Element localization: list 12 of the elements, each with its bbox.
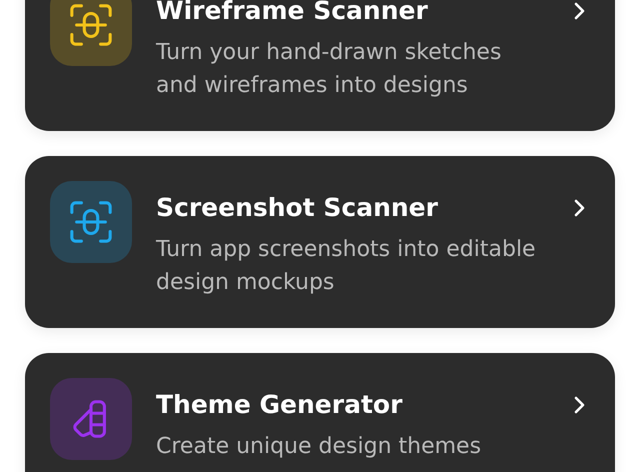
tool-description: Create unique design themes bbox=[156, 433, 482, 461]
tool-description: Turn your hand-drawn sketches and wireframes into designs bbox=[156, 39, 502, 100]
tool-description: Turn app screenshots into editable design mockups bbox=[156, 236, 537, 297]
tool-title: Theme Generator bbox=[156, 389, 404, 421]
chevron-right-icon bbox=[573, 198, 585, 218]
tool-card[interactable]: Screenshot Scanner Turn app screenshots into editable design mockups bbox=[25, 156, 615, 328]
tool-card[interactable]: Wireframe Scanner Turn your hand-drawn sketches and wireframes into designs bbox=[25, 0, 615, 131]
tool-title: Wireframe Scanner bbox=[156, 0, 429, 27]
chevron-right-icon bbox=[573, 1, 585, 21]
tool-card[interactable]: Theme Generator Create unique design themes bbox=[25, 353, 615, 472]
tool-title: Screenshot Scanner bbox=[156, 192, 439, 224]
chevron-right-icon bbox=[573, 395, 585, 415]
